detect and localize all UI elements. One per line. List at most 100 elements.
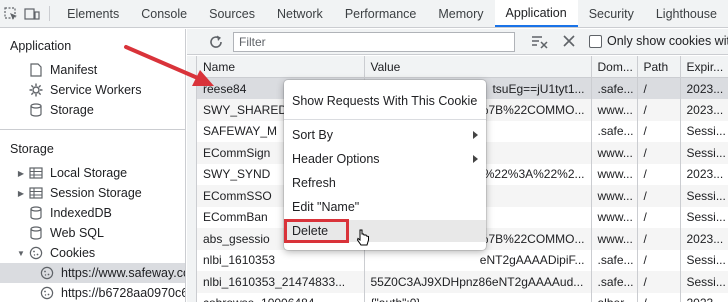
cookie-expires-cell: Sessi... — [680, 206, 728, 228]
table-gutter — [187, 56, 197, 302]
column-header-path[interactable]: Path — [637, 56, 681, 78]
devtools-tab-bar: Elements Console Sources Network Perform… — [0, 0, 728, 28]
only-show-cookies-checkbox[interactable] — [589, 34, 602, 48]
sidebar-item-label: https://b6728aa0970c6 — [61, 286, 186, 300]
sidebar-item-storage[interactable]: Storage — [0, 100, 185, 120]
tab-memory[interactable]: Memory — [427, 0, 494, 27]
cookie-expires-cell: 2023... — [680, 292, 728, 302]
sidebar-item-web-sql[interactable]: Web SQL — [0, 223, 185, 243]
tab-elements[interactable]: Elements — [56, 0, 130, 27]
cookie-value-cell: eNT2gAAAADipiF... — [364, 249, 592, 271]
sidebar-item-manifest[interactable]: Manifest — [0, 60, 185, 80]
column-header-name[interactable]: Name — [197, 56, 365, 78]
sidebar-item-cookie-origin-b6728[interactable]: https://b6728aa0970c6 — [0, 283, 186, 302]
cookie-expires-cell: 2023... — [680, 77, 728, 99]
storage-section-heading: Storage — [10, 142, 54, 156]
column-header-value[interactable]: Value — [364, 56, 592, 78]
cookie-path-cell: / — [637, 77, 681, 99]
cookie-path-cell: / — [637, 292, 681, 302]
menu-item-show-requests[interactable]: Show Requests With This Cookie — [284, 90, 486, 112]
cookie-domain-cell: www... — [591, 206, 638, 228]
cookie-icon — [40, 266, 54, 280]
cookie-path-cell: / — [637, 142, 681, 164]
database-icon — [29, 226, 43, 240]
cookie-domain-cell: www... — [591, 142, 638, 164]
cookie-expires-cell: Sessi... — [680, 120, 728, 142]
table-row[interactable]: nlbi_1610353_21474833... 55Z0C3AJ9XDHpnz… — [197, 271, 728, 293]
menu-item-refresh[interactable]: Refresh — [284, 172, 486, 194]
cookie-path-cell: / — [637, 249, 681, 271]
refresh-icon[interactable] — [207, 33, 225, 54]
column-header-domain[interactable]: Dom... — [591, 56, 638, 78]
sidebar-item-cookie-origin-safeway[interactable]: https://www.safeway.co — [0, 263, 186, 283]
cookie-path-cell: / — [637, 228, 681, 250]
cookie-domain-cell: .safe... — [591, 271, 638, 293]
cookie-expires-cell: Sessi... — [680, 249, 728, 271]
menu-item-label: Edit "Name" — [292, 200, 360, 214]
menu-item-edit-name[interactable]: Edit "Name" — [284, 196, 486, 218]
sidebar-item-label: Service Workers — [50, 83, 142, 97]
sidebar-item-label: https://www.safeway.co — [61, 266, 186, 280]
cookie-icon — [40, 286, 54, 300]
menu-item-label: Header Options — [292, 152, 380, 166]
cookie-path-cell: / — [637, 120, 681, 142]
tab-application[interactable]: Application — [494, 0, 578, 27]
sidebar-item-label: IndexedDB — [50, 206, 112, 220]
mouse-cursor-icon — [356, 229, 370, 250]
menu-item-header-options[interactable]: Header Options — [284, 148, 486, 170]
cookie-domain-cell: .safe... — [591, 249, 638, 271]
cookie-domain-cell: .safe... — [591, 77, 638, 99]
collapse-arrow-icon[interactable]: ▼ — [16, 249, 26, 258]
tab-security[interactable]: Security — [578, 0, 645, 27]
grid-icon — [29, 186, 43, 200]
tab-bar-divider — [49, 6, 51, 21]
database-icon — [29, 206, 43, 220]
expand-arrow-icon[interactable]: ▶ — [16, 169, 26, 178]
cookie-domain-cell: www... — [591, 99, 638, 121]
sidebar-item-local-storage[interactable]: ▶ Local Storage — [0, 163, 185, 183]
submenu-arrow-icon — [473, 155, 478, 163]
cookie-path-cell: / — [637, 206, 681, 228]
cookie-expires-cell: Sessi... — [680, 142, 728, 164]
sidebar-item-cookies[interactable]: ▼ Cookies — [0, 243, 185, 263]
database-icon — [29, 103, 43, 117]
cookie-name-cell: nlbi_1610353 — [197, 249, 365, 271]
sidebar-divider — [0, 129, 185, 130]
sidebar-item-label: Local Storage — [50, 166, 128, 180]
device-toolbar-icon[interactable] — [22, 0, 44, 27]
close-icon[interactable] — [562, 34, 576, 51]
submenu-arrow-icon — [473, 131, 478, 139]
filter-input[interactable] — [233, 32, 515, 52]
cookie-expires-cell: 2023... — [680, 99, 728, 121]
cookie-value-cell: 55Z0C3AJ9XDHpnz86eNT2gAAAAud... — [364, 271, 592, 293]
column-header-expires[interactable]: Expir... — [680, 56, 728, 78]
only-show-cookies-label: Only show cookies with — [607, 34, 728, 48]
tab-console[interactable]: Console — [130, 0, 198, 27]
expand-arrow-icon[interactable]: ▶ — [16, 189, 26, 198]
cookie-icon — [29, 246, 43, 260]
tab-performance[interactable]: Performance — [334, 0, 428, 27]
clear-filter-icon[interactable] — [531, 34, 549, 53]
sidebar-item-label: Web SQL — [50, 226, 104, 240]
sidebar-item-indexeddb[interactable]: IndexedDB — [0, 203, 185, 223]
table-row[interactable]: nlbi_1610353 eNT2gAAAADipiF... .safe... … — [197, 249, 728, 271]
cookie-name-cell: nlbi_1610353_21474833... — [197, 271, 365, 293]
cookie-domain-cell: alber... — [591, 292, 638, 302]
inspect-element-icon[interactable] — [0, 0, 22, 27]
grid-icon — [29, 166, 43, 180]
cookie-path-cell: / — [637, 163, 681, 185]
tab-network[interactable]: Network — [266, 0, 334, 27]
sidebar-item-label: Session Storage — [50, 186, 142, 200]
menu-item-sort-by[interactable]: Sort By — [284, 124, 486, 146]
only-show-cookies-filter[interactable]: Only show cookies with — [589, 34, 728, 48]
tab-lighthouse[interactable]: Lighthouse — [645, 0, 728, 27]
sidebar-item-session-storage[interactable]: ▶ Session Storage — [0, 183, 185, 203]
cookie-expires-cell: 2023... — [680, 228, 728, 250]
tab-sources[interactable]: Sources — [198, 0, 266, 27]
gear-icon — [29, 83, 43, 97]
cookie-name-cell: cobrowse_10006484 — [197, 292, 365, 302]
sidebar-item-service-workers[interactable]: Service Workers — [0, 80, 185, 100]
table-row[interactable]: cobrowse_10006484 {"auth":0} alber... / … — [197, 292, 728, 302]
cookie-expires-cell: Sessi... — [680, 271, 728, 293]
cookie-path-cell: / — [637, 185, 681, 207]
